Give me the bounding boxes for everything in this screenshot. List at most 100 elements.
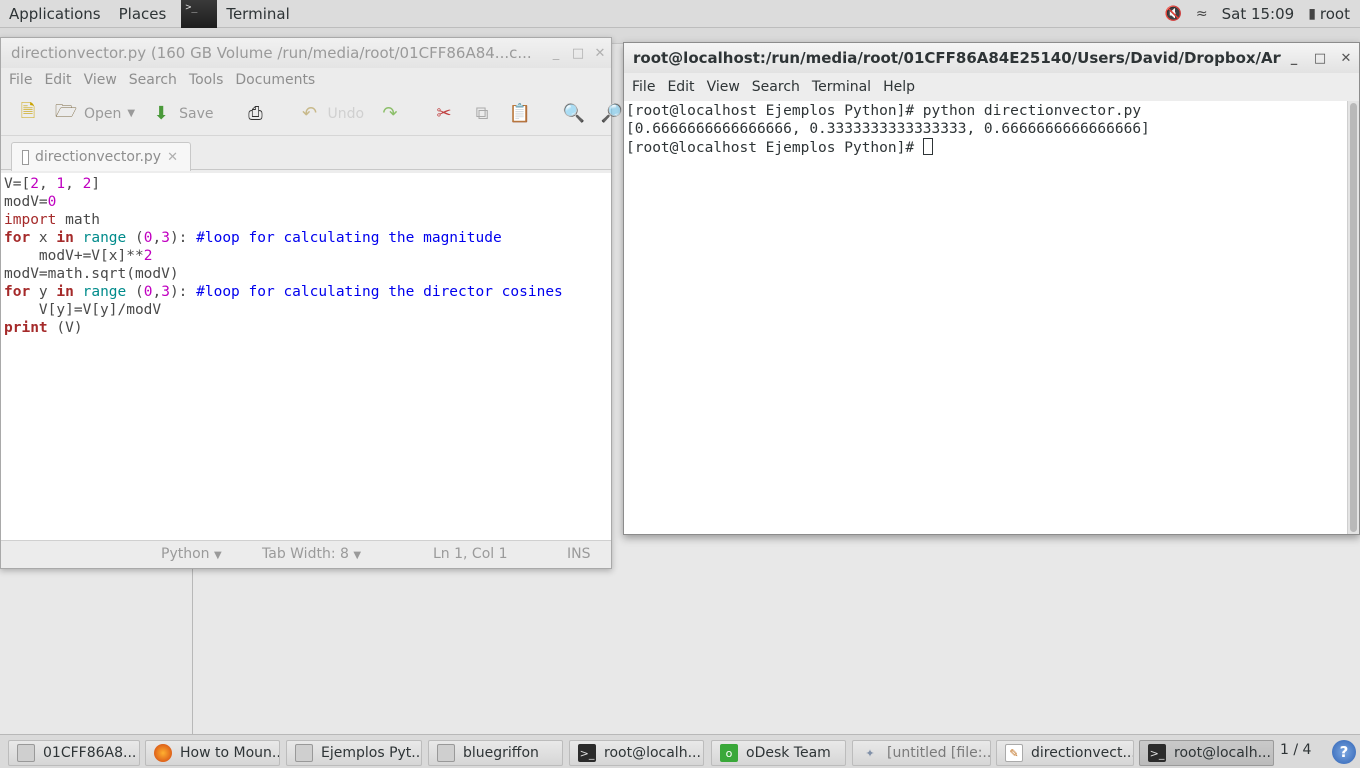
open-label: Open bbox=[84, 105, 122, 122]
menu-view[interactable]: View bbox=[701, 79, 746, 95]
paste-button[interactable]: 📋 bbox=[503, 98, 537, 130]
redo-button[interactable]: ↷ bbox=[373, 98, 407, 130]
help-icon[interactable]: ? bbox=[1332, 740, 1356, 764]
find-replace-icon: 🔎 bbox=[600, 103, 624, 124]
menu-tools[interactable]: Tools bbox=[183, 72, 230, 88]
tab-width-selector[interactable]: Tab Width: 8 ▼ bbox=[262, 546, 361, 562]
task-label: root@localh... bbox=[604, 745, 701, 761]
code-token: , bbox=[38, 176, 57, 192]
code-token: , bbox=[65, 176, 83, 192]
tab-width-label: Tab Width: 8 bbox=[262, 546, 349, 562]
menu-edit[interactable]: Edit bbox=[661, 79, 700, 95]
terminal-prompt: [root@localhost Ejemplos Python]# bbox=[626, 140, 923, 156]
user-menu[interactable]: ▮ root bbox=[1308, 0, 1350, 28]
chevron-down-icon: ▼ bbox=[353, 550, 362, 561]
terminal-icon: >_ bbox=[578, 744, 596, 762]
code-token: ( bbox=[126, 230, 144, 246]
new-button[interactable]: 🗎 bbox=[11, 98, 45, 130]
places-menu[interactable]: Places bbox=[110, 0, 176, 28]
open-button[interactable]: 🗁 Open ▼ bbox=[49, 98, 140, 130]
copy-button[interactable]: ⧉ bbox=[465, 98, 499, 130]
insert-mode: INS bbox=[567, 546, 591, 562]
gedit-toolbar: 🗎 🗁 Open ▼ ⬇ Save ⎙ ↶ Undo ↷ ✂ ⧉ 📋 🔍 🔎 bbox=[1, 92, 623, 136]
menu-terminal[interactable]: Terminal bbox=[806, 79, 877, 95]
code-line: modV=math.sqrt(modV) bbox=[4, 265, 611, 283]
terminal-scrollbar[interactable] bbox=[1347, 101, 1359, 534]
terminal-titlebar[interactable]: root@localhost:/run/media/root/01CFF86A8… bbox=[624, 43, 1359, 73]
terminal-prompt-line: [root@localhost Ejemplos Python]# bbox=[626, 138, 1348, 157]
menu-file[interactable]: File bbox=[626, 79, 661, 95]
taskbar: 01CFF86A8... How to Moun... Ejemplos Pyt… bbox=[0, 734, 1360, 768]
menu-edit[interactable]: Edit bbox=[38, 72, 77, 88]
code-token: modV=math.sqrt(modV) bbox=[4, 266, 179, 282]
code-token: modV= bbox=[4, 194, 48, 210]
maximize-button[interactable]: □ bbox=[1307, 51, 1333, 66]
redo-icon: ↷ bbox=[382, 103, 398, 124]
volume-muted-icon[interactable]: 🔇 bbox=[1164, 6, 1181, 22]
wifi-icon[interactable]: ≈ bbox=[1196, 6, 1208, 22]
menu-view[interactable]: View bbox=[78, 72, 123, 88]
task-item-firefox[interactable]: How to Moun... bbox=[145, 740, 280, 766]
code-token: for bbox=[4, 230, 31, 246]
clock[interactable]: Sat 15:09 bbox=[1222, 0, 1295, 28]
code-line: modV=0 bbox=[4, 193, 611, 211]
chat-icon: ▮ bbox=[1308, 6, 1316, 22]
task-item-bluegriffon[interactable]: bluegriffon bbox=[428, 740, 563, 766]
odesk-icon: o bbox=[720, 744, 738, 762]
undo-button[interactable]: ↶ Undo bbox=[292, 98, 369, 130]
task-item-text-editor[interactable]: ✎ directionvect... bbox=[996, 740, 1134, 766]
close-button[interactable]: ✕ bbox=[589, 46, 611, 61]
menu-help[interactable]: Help bbox=[877, 79, 921, 95]
task-label: How to Moun... bbox=[180, 745, 280, 761]
copy-icon: ⧉ bbox=[475, 103, 489, 124]
folder-icon bbox=[295, 744, 313, 762]
language-label: Python bbox=[161, 546, 210, 562]
terminal-window: root@localhost:/run/media/root/01CFF86A8… bbox=[623, 42, 1360, 535]
menu-file[interactable]: File bbox=[3, 72, 38, 88]
task-item-ejemplos[interactable]: Ejemplos Pyt... bbox=[286, 740, 422, 766]
code-token: in bbox=[56, 284, 74, 300]
code-token: 2 bbox=[30, 176, 39, 192]
cut-button[interactable]: ✂ bbox=[427, 98, 461, 130]
minimize-button[interactable]: _ bbox=[1281, 51, 1307, 66]
task-item-folder[interactable]: 01CFF86A8... bbox=[8, 740, 140, 766]
save-button[interactable]: ⬇ Save bbox=[144, 98, 218, 130]
code-line: modV+=V[x]**2 bbox=[4, 247, 611, 265]
code-token: in bbox=[56, 230, 74, 246]
code-editor[interactable]: V=[2, 1, 2] modV=0 import math for x in ran… bbox=[1, 173, 611, 540]
find-button[interactable]: 🔍 bbox=[557, 98, 591, 130]
language-selector[interactable]: Python ▼ bbox=[161, 546, 222, 562]
code-token: range bbox=[82, 284, 127, 300]
task-item-terminal-active[interactable]: >_ root@localh... bbox=[1139, 740, 1274, 766]
menu-search[interactable]: Search bbox=[123, 72, 183, 88]
code-token: print bbox=[4, 320, 48, 336]
cursor-position: Ln 1, Col 1 bbox=[433, 546, 508, 562]
terminal-app-icon bbox=[181, 0, 218, 28]
code-token: ] bbox=[91, 176, 101, 192]
scrollbar-thumb[interactable] bbox=[1350, 103, 1357, 532]
active-app-menu[interactable]: Terminal bbox=[217, 0, 298, 28]
print-button[interactable]: ⎙ bbox=[238, 98, 272, 130]
minimize-button[interactable]: _ bbox=[545, 46, 567, 61]
bluegriffon-icon: ✦ bbox=[865, 746, 875, 760]
workspace-switcher[interactable]: 1 / 4 bbox=[1280, 742, 1311, 758]
terminal-line: [0.6666666666666666, 0.3333333333333333,… bbox=[626, 121, 1150, 137]
tab-label: directionvector.py bbox=[34, 149, 162, 165]
applications-menu[interactable]: Applications bbox=[0, 0, 110, 28]
terminal-output[interactable]: [root@localhost Ejemplos Python]# python… bbox=[624, 101, 1348, 534]
new-document-icon: 🗎 bbox=[20, 100, 36, 122]
task-item-odesk[interactable]: o oDesk Team bbox=[711, 740, 846, 766]
task-item-bluegriffon-doc[interactable]: ✦ [untitled [file:... bbox=[852, 740, 991, 766]
code-token: modV+=V[x]** bbox=[4, 248, 144, 264]
tab-close-icon[interactable]: ✕ bbox=[167, 150, 178, 165]
tab-directionvector[interactable]: directionvector.py ✕ bbox=[11, 142, 191, 171]
task-item-terminal[interactable]: >_ root@localh... bbox=[569, 740, 704, 766]
text-editor-icon: ✎ bbox=[1005, 744, 1023, 762]
menu-documents[interactable]: Documents bbox=[229, 72, 321, 88]
terminal-icon: >_ bbox=[1148, 744, 1166, 762]
code-token: 3 bbox=[161, 284, 170, 300]
menu-search[interactable]: Search bbox=[746, 79, 806, 95]
gedit-titlebar[interactable]: directionvector.py (160 GB Volume /run/m… bbox=[1, 38, 611, 68]
maximize-button[interactable]: □ bbox=[567, 46, 589, 61]
close-button[interactable]: ✕ bbox=[1333, 51, 1359, 66]
